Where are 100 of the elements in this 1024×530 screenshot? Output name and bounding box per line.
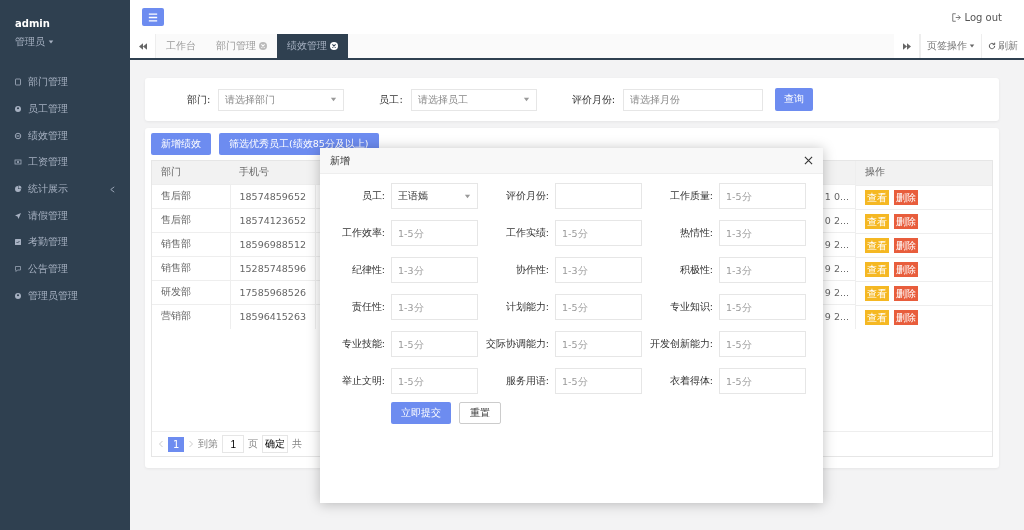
score-field[interactable]: 1-3分 — [391, 294, 478, 320]
sidebar-item[interactable]: 管理员管理 — [0, 282, 130, 310]
user-role-dropdown[interactable]: 管理员 — [15, 35, 115, 49]
field-label: 工作效率: — [340, 226, 385, 240]
filter-select[interactable]: 请选择部门 — [218, 88, 345, 111]
filter-label: 部门: — [187, 92, 211, 107]
field-label: 协作性: — [514, 263, 549, 277]
table-cell: 9 2... — [824, 287, 849, 298]
table-cell: 售后部 — [152, 184, 230, 209]
column-header: 操作 — [855, 161, 992, 185]
sidebar-item[interactable]: 请假管理 — [0, 202, 130, 230]
score-field[interactable]: 1-5分 — [719, 294, 806, 320]
close-icon[interactable] — [330, 42, 338, 50]
toolbar-button[interactable]: 筛选优秀员工(绩效85分及以上) — [219, 133, 379, 155]
user-name: admin — [15, 18, 51, 29]
field-label: 专业技能: — [340, 337, 385, 351]
filter-label: 员工: — [379, 92, 403, 107]
logout-link[interactable]: Log out — [951, 11, 1002, 23]
score-field[interactable]: 1-5分 — [391, 368, 478, 394]
delete-button[interactable]: 删除 — [894, 213, 918, 229]
field-label: 衣着得体: — [668, 374, 713, 388]
page-field[interactable]: 1 — [222, 435, 245, 453]
sidebar-item[interactable]: 统计展示 — [0, 175, 130, 203]
field-label: 工作实绩: — [504, 226, 549, 240]
dialog-title: 新增 — [330, 153, 350, 168]
delete-button[interactable]: 删除 — [894, 285, 918, 301]
confirm-button[interactable]: 确定 — [262, 435, 289, 453]
field-label: 服务用语: — [504, 374, 549, 388]
total-label: 共 — [292, 437, 303, 451]
table-cell: 17585968526 — [230, 280, 316, 305]
field-label: 举止文明: — [340, 374, 385, 388]
page-tab[interactable]: 工作台 — [156, 34, 206, 58]
delete-button[interactable]: 删除 — [894, 189, 918, 205]
score-field[interactable]: 1-3分 — [719, 257, 806, 283]
score-field[interactable]: 1-3分 — [391, 257, 478, 283]
pie-chart-icon — [14, 185, 22, 194]
field-label: 计划能力: — [504, 300, 549, 314]
caret-icon — [969, 43, 975, 49]
score-field[interactable] — [555, 183, 642, 209]
table-cell: 销售部 — [152, 256, 230, 281]
page-tab[interactable]: 部门管理 — [206, 34, 277, 58]
table-cell: 18596415263 — [230, 304, 316, 329]
sidebar-item[interactable]: 部门管理 — [0, 69, 130, 96]
tab-actions-dropdown[interactable]: 页签操作 — [920, 34, 981, 58]
table-cell: 15285748596 — [230, 256, 316, 281]
close-icon[interactable] — [804, 156, 813, 165]
score-field[interactable]: 1-3分 — [555, 257, 642, 283]
score-field[interactable]: 1-5分 — [719, 331, 806, 357]
score-field[interactable]: 1-3分 — [719, 220, 806, 246]
month-field[interactable]: 请选择月份 — [623, 88, 764, 111]
score-field[interactable]: 1-5分 — [719, 368, 806, 394]
chat-icon — [14, 265, 22, 274]
filter-select[interactable]: 请选择员工 — [410, 88, 537, 111]
sidebar-item[interactable]: 绩效管理 — [0, 122, 130, 150]
table-cell: 售后部 — [152, 208, 230, 233]
table-cell: 18574859652 — [230, 184, 316, 209]
table-cell: 营销部 — [152, 304, 230, 329]
bookmark-icon — [14, 78, 22, 87]
scroll-left-button[interactable] — [130, 34, 156, 58]
sidebar-item[interactable]: 考勤管理 — [0, 229, 130, 256]
user-icon — [14, 291, 22, 300]
score-field[interactable]: 1-5分 — [555, 294, 642, 320]
query-button[interactable]: 查询 — [775, 88, 814, 111]
column-header: 手机号 — [230, 161, 316, 185]
sidebar-item[interactable]: 员工管理 — [0, 95, 130, 123]
refresh-button[interactable]: 刷新 — [981, 34, 1024, 58]
score-field[interactable]: 1-5分 — [719, 183, 806, 209]
score-field[interactable]: 1-5分 — [391, 331, 478, 357]
delete-button[interactable]: 删除 — [894, 261, 918, 277]
scroll-right-button[interactable] — [894, 34, 920, 58]
sidebar-item[interactable]: 公告管理 — [0, 255, 130, 283]
sidebar-item[interactable]: 工资管理 — [0, 149, 130, 176]
employee-select[interactable]: 王语嫣 — [391, 183, 478, 209]
menu-button[interactable] — [142, 8, 164, 26]
delete-button[interactable]: 删除 — [894, 237, 918, 253]
page-tab[interactable]: 绩效管理 — [277, 34, 348, 58]
field-label: 热情性: — [678, 226, 713, 240]
check-square-icon — [14, 238, 22, 247]
table-cell: 研发部 — [152, 280, 230, 305]
field-label: 积极性: — [678, 263, 713, 277]
score-field[interactable]: 1-5分 — [555, 331, 642, 357]
caret-icon — [522, 96, 530, 103]
double-left-icon — [138, 42, 147, 50]
field-label: 员工: — [360, 189, 385, 203]
field-label: 责任性: — [350, 300, 385, 314]
delete-button[interactable]: 删除 — [894, 309, 918, 325]
table-cell: 1 0... — [824, 191, 849, 202]
page-number[interactable]: 1 — [168, 436, 185, 452]
minus-circle-icon — [14, 131, 22, 140]
score-field[interactable]: 1-5分 — [391, 220, 478, 246]
field-label: 工作质量: — [668, 189, 713, 203]
submit-button[interactable]: 立即提交 — [391, 402, 451, 424]
reset-button[interactable]: 重置 — [459, 402, 501, 424]
score-field[interactable]: 1-5分 — [555, 368, 642, 394]
goto-label: 到第 — [198, 437, 219, 451]
score-field[interactable]: 1-5分 — [555, 220, 642, 246]
toolbar-button[interactable]: 新增绩效 — [151, 133, 211, 155]
column-header: 部门 — [152, 161, 230, 185]
field-label: 开发创新能力: — [648, 337, 713, 351]
double-right-icon — [902, 42, 911, 50]
